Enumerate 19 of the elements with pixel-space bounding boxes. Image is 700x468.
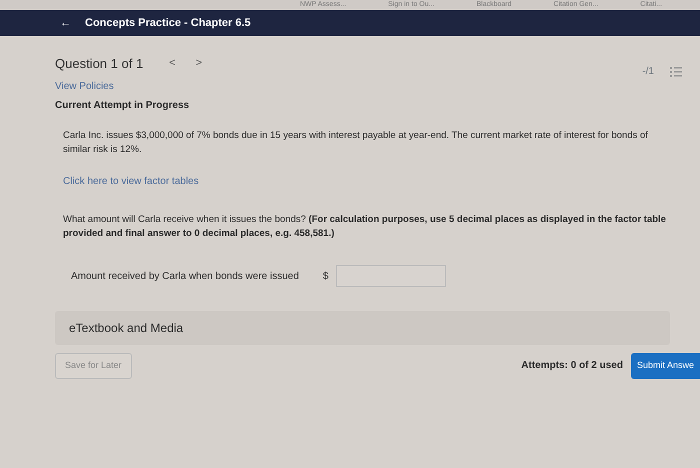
- currency-symbol: $: [322, 270, 328, 284]
- score-text: -/1: [642, 65, 654, 79]
- next-button[interactable]: >: [186, 55, 212, 72]
- question-text: What amount will Carla receive when it issues the bonds? (For calculation purposes, use 5 decimal places as displayed in the factor table provided and final answer to 0 decimal places, e.g. 458,581.): [62, 212, 667, 241]
- back-icon[interactable]: ←: [60, 14, 71, 32]
- answer-field[interactable]: [336, 265, 446, 287]
- view-policies-link[interactable]: View Policies: [55, 79, 114, 94]
- etextbook-and-media-panel[interactable]: eTextbook and Media: [55, 311, 670, 345]
- attempts-counter: Attempts: 0 of 2 used: [521, 359, 623, 374]
- list-icon[interactable]: [670, 66, 682, 76]
- attempt-status: Current Attempt in Progress: [55, 99, 190, 113]
- previous-button[interactable]: <: [159, 55, 186, 72]
- save-for-later-button[interactable]: Save for Later: [55, 353, 132, 378]
- factor-tables-link[interactable]: Click here to view factor tables: [55, 174, 199, 188]
- problem-text: Carla Inc. issues $3,000,000 of 7% bonds due in 15 years with interest payable at year-end. The current market rate of interest for bonds of similar risk is 12%.: [62, 129, 649, 158]
- page-title: Concepts Practice - Chapter 6.5: [85, 16, 251, 31]
- submit-answer-button[interactable]: Submit Answe: [630, 353, 700, 378]
- answer-label: Amount received by Carla when bonds were issued: [71, 270, 299, 284]
- question-counter: Question 1 of 1: [55, 54, 144, 73]
